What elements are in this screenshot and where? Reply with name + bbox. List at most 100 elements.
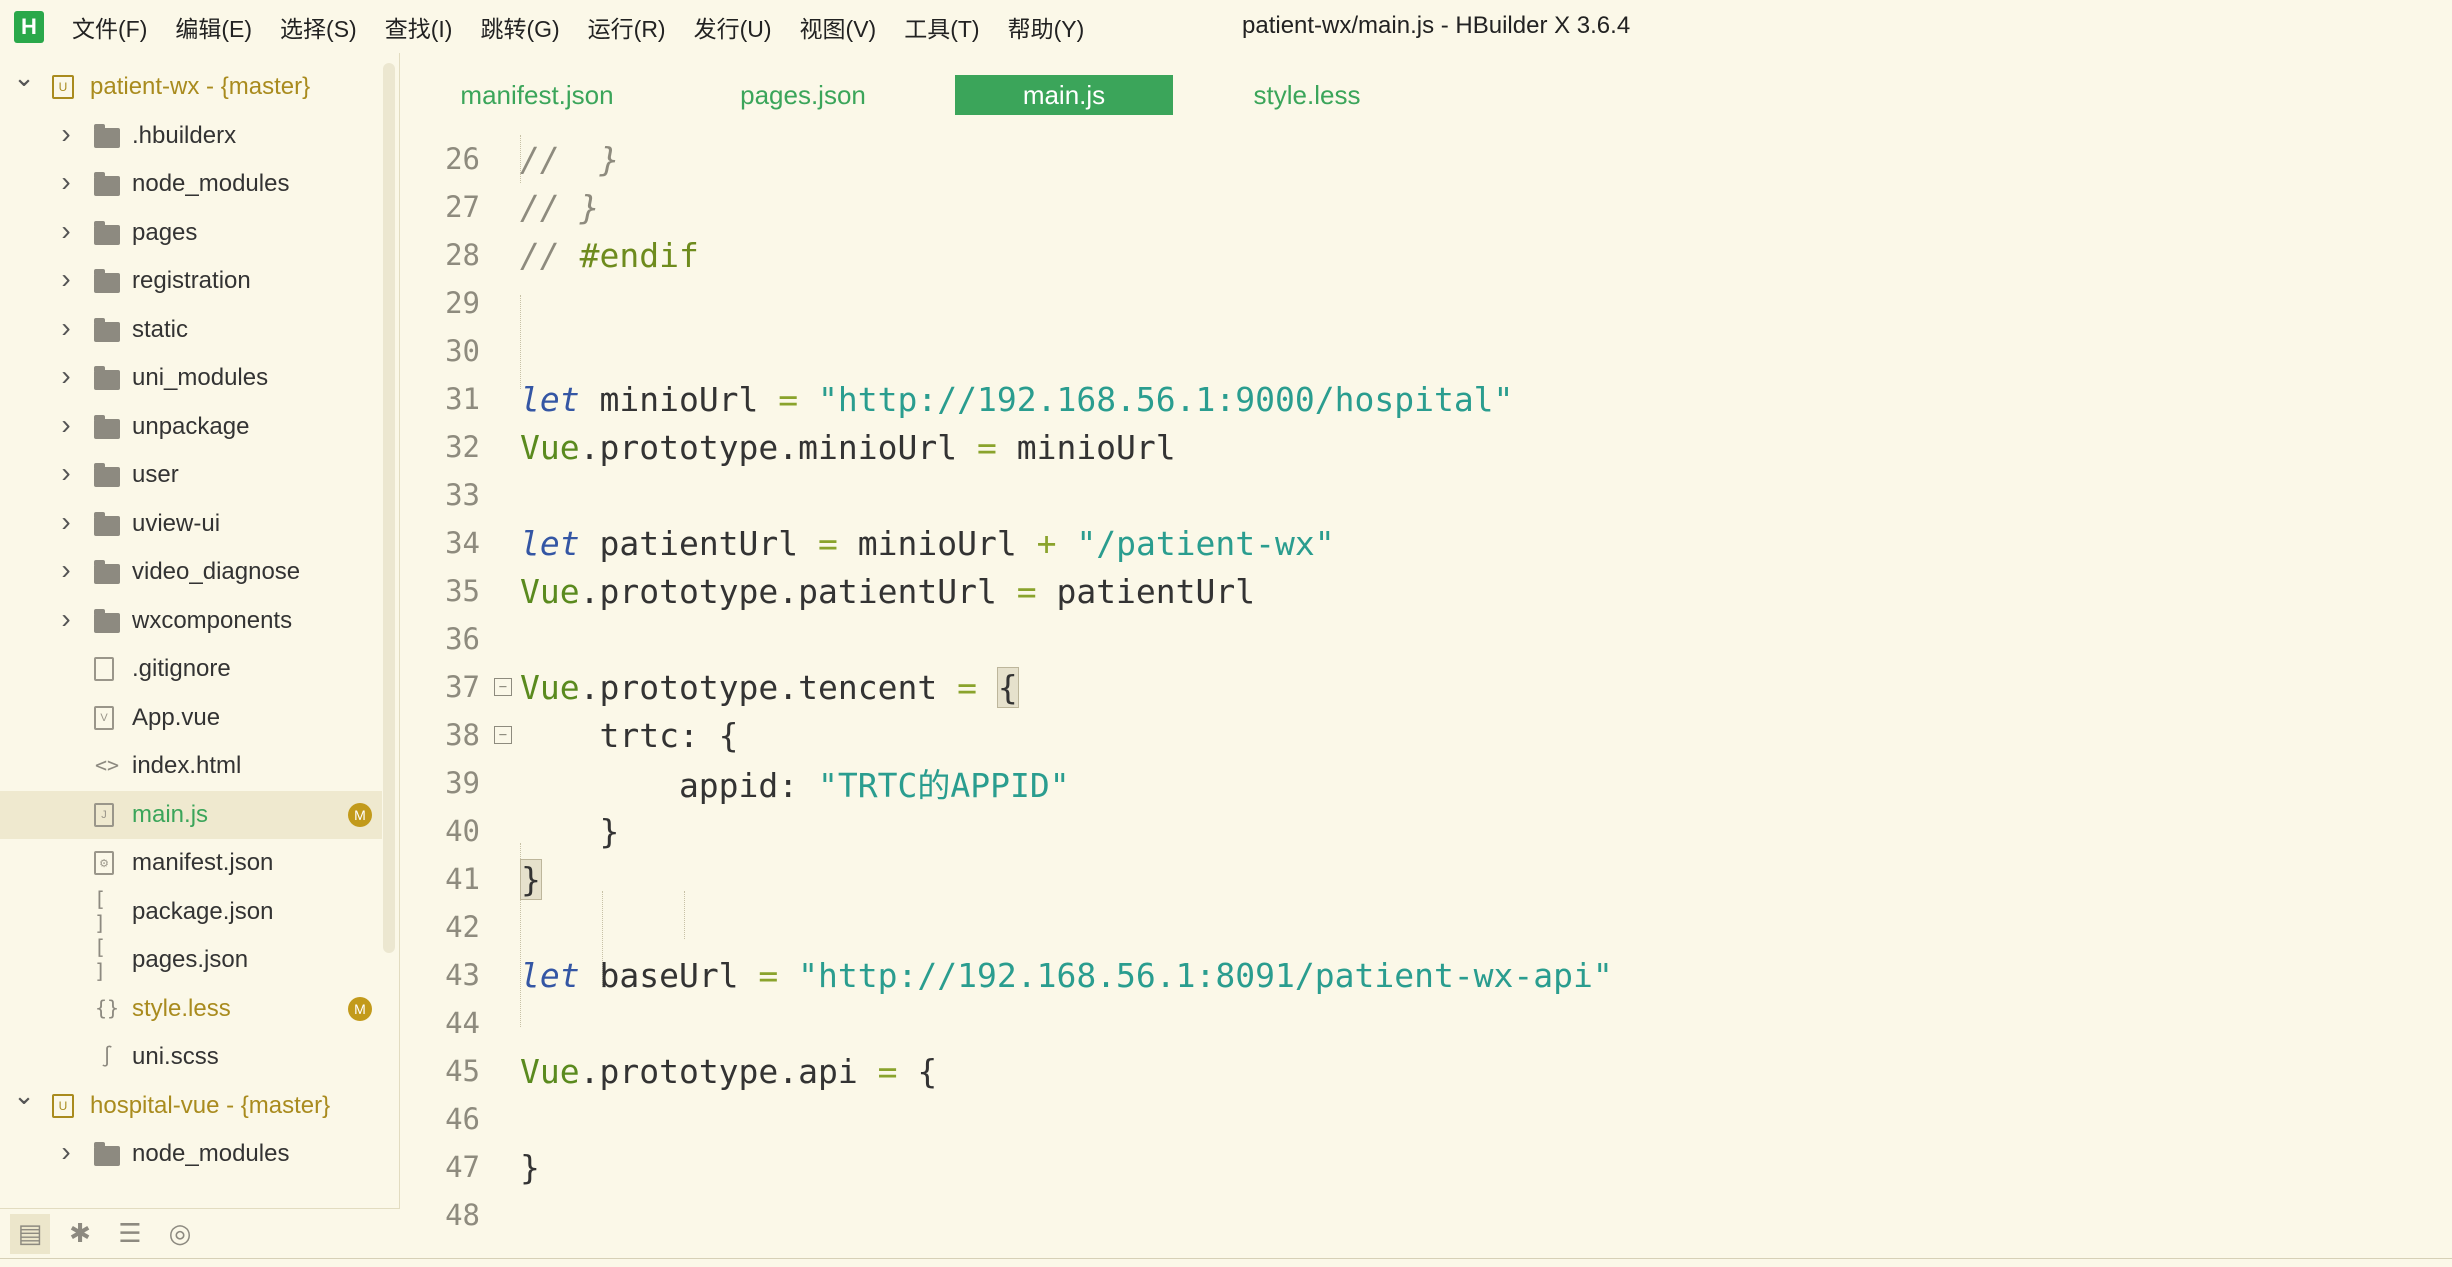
code-text: let minioUrl = "http://192.168.56.1:9000…: [520, 380, 1513, 419]
tree-item[interactable]: ∫ uni.scss: [0, 1033, 382, 1081]
tree-item[interactable]: [ ] pages.json: [0, 935, 382, 984]
chevron-down-icon[interactable]: ⌄: [13, 62, 35, 92]
title-bar: H 文件(F) 编辑(E) 选择(S) 查找(I) 跳转(G) 运行(R) 发行(U) 视图(…: [0, 0, 2452, 53]
tree-item-label: pages.json: [132, 946, 249, 973]
bracket-file-icon: [ ]: [94, 886, 107, 935]
tree-item-label: node_modules: [132, 1140, 290, 1167]
tree-item[interactable]: › unpackage: [0, 403, 382, 451]
chevron-right-icon[interactable]: ›: [56, 506, 76, 537]
folder-icon: [94, 463, 120, 487]
code-token: =: [818, 523, 838, 563]
tab-main-js[interactable]: main.js: [955, 75, 1173, 115]
folder-icon: [94, 269, 120, 293]
sidebar-scrollbar[interactable]: [383, 63, 395, 953]
chevron-right-icon[interactable]: ›: [56, 603, 76, 634]
chevron-right-icon[interactable]: ›: [56, 554, 76, 585]
menu-item[interactable]: 查找(I): [385, 10, 453, 44]
code-line: 29: [402, 279, 2452, 327]
chevron-right-icon[interactable]: ›: [56, 457, 76, 488]
line-number: 26: [445, 142, 480, 176]
tree-item-label: package.json: [132, 897, 274, 925]
modified-badge: M: [348, 996, 372, 1021]
tree-item-label: wxcomponents: [132, 606, 293, 634]
tree-item[interactable]: [ ] package.json: [0, 886, 382, 936]
tree-item[interactable]: V App.vue: [0, 694, 382, 742]
chevron-right-icon[interactable]: ›: [56, 360, 76, 391]
tree-item-label: index.html: [132, 752, 242, 779]
modified-badge: M: [348, 802, 372, 827]
tree-item[interactable]: Jmain.js M: [0, 790, 382, 839]
code-line: 34 let patientUrl = minioUrl + "/patient-…: [402, 519, 2452, 567]
chevron-right-icon[interactable]: ›: [56, 312, 76, 343]
chevron-down-icon[interactable]: ⌄: [13, 1080, 35, 1110]
tree-item[interactable]: › node_modules: [0, 160, 382, 208]
line-number: 44: [445, 1006, 480, 1040]
explorer-icon[interactable]: ▤: [10, 1213, 50, 1254]
chevron-right-icon[interactable]: ›: [56, 118, 76, 149]
menu-item[interactable]: 编辑(E): [175, 10, 252, 44]
chevron-right-icon[interactable]: ›: [56, 166, 76, 197]
code-token: baseUrl: [579, 955, 759, 995]
tab-manifest-json[interactable]: manifest.json: [432, 75, 642, 115]
debug-icon[interactable]: ✱: [60, 1214, 100, 1254]
code-token: minioUrl: [579, 379, 779, 419]
menu-item[interactable]: 运行(R): [588, 10, 666, 44]
code-token: Vue: [520, 571, 580, 611]
folder-icon: [94, 220, 120, 245]
menu-item[interactable]: 选择(S): [280, 10, 357, 44]
menu-item[interactable]: 文件(F): [72, 10, 147, 44]
tree-item[interactable]: › static: [0, 306, 382, 354]
code-token: .prototype.patientUrl: [579, 571, 1017, 611]
window-title: patient-wx/main.js - HBuilder X 3.6.4: [1242, 12, 1631, 39]
line-number: 31: [445, 382, 480, 416]
fold-toggle-icon[interactable]: −: [494, 726, 512, 744]
code-line: 48: [402, 1191, 2452, 1239]
menu-item[interactable]: 发行(U): [694, 10, 772, 44]
code-text: Vue.prototype.tencent = {: [520, 666, 1019, 708]
globe-icon[interactable]: ◎: [160, 1214, 200, 1254]
tree-item[interactable]: › .hbuilderx: [0, 112, 382, 160]
line-number: 35: [445, 574, 480, 608]
vue-file-icon: V: [94, 705, 114, 730]
menu-item[interactable]: 视图(V): [800, 10, 877, 44]
tree-item-label: main.js: [132, 800, 209, 828]
code-text: Vue.prototype.patientUrl = patientUrl: [520, 572, 1255, 611]
code-token: minioUrl: [837, 523, 1037, 563]
tree-item[interactable]: ⌄ Uhospital-vue - {master}: [0, 1080, 382, 1130]
tab-pages-json[interactable]: pages.json: [708, 75, 898, 115]
chevron-right-icon[interactable]: ›: [56, 409, 76, 440]
line-number: 41: [445, 862, 480, 896]
tree-item[interactable]: › uni_modules: [0, 354, 382, 402]
code-editor[interactable]: 26 // } 27 // } 28 // #endif 29 30 31 let minioUr…: [402, 135, 2452, 1255]
menu-item[interactable]: 帮助(Y): [1008, 10, 1085, 44]
tree-item[interactable]: {} style.less M: [0, 985, 382, 1033]
tree-item[interactable]: ⌄ Upatient-wx - {master}: [0, 62, 382, 111]
tree-item[interactable]: › pages: [0, 209, 382, 257]
tab-style-less[interactable]: style.less: [1212, 75, 1402, 115]
chevron-right-icon[interactable]: ›: [56, 263, 76, 294]
tree-item[interactable]: .gitignore: [0, 645, 382, 693]
code-token: Vue: [520, 667, 580, 707]
tree-item[interactable]: › wxcomponents: [0, 597, 382, 645]
tree-item[interactable]: › user: [0, 451, 382, 499]
code-line: 33: [402, 471, 2452, 519]
menu-item[interactable]: 跳转(G): [480, 10, 559, 44]
chevron-right-icon[interactable]: ›: [56, 1136, 76, 1167]
tree-item[interactable]: › uview-ui: [0, 500, 382, 548]
tree-item[interactable]: › video_diagnose: [0, 548, 382, 596]
tree-item[interactable]: › registration: [0, 257, 382, 305]
line-number: 27: [445, 190, 480, 224]
gear-file-icon: ⚙: [94, 851, 114, 875]
menu-item[interactable]: 工具(T): [904, 10, 979, 44]
code-line: 44: [402, 999, 2452, 1047]
fold-toggle-icon[interactable]: −: [494, 678, 512, 696]
code-token: "http://192.168.56.1:9000/hospital": [818, 379, 1514, 419]
chevron-right-icon[interactable]: ›: [56, 215, 76, 246]
tree-item[interactable]: › node_modules: [0, 1130, 382, 1178]
tree-item[interactable]: <> index.html: [0, 742, 382, 790]
tree-item[interactable]: ⚙ manifest.json: [0, 839, 382, 887]
search-list-icon[interactable]: ☰: [110, 1214, 150, 1254]
code-token: minioUrl: [996, 427, 1176, 467]
